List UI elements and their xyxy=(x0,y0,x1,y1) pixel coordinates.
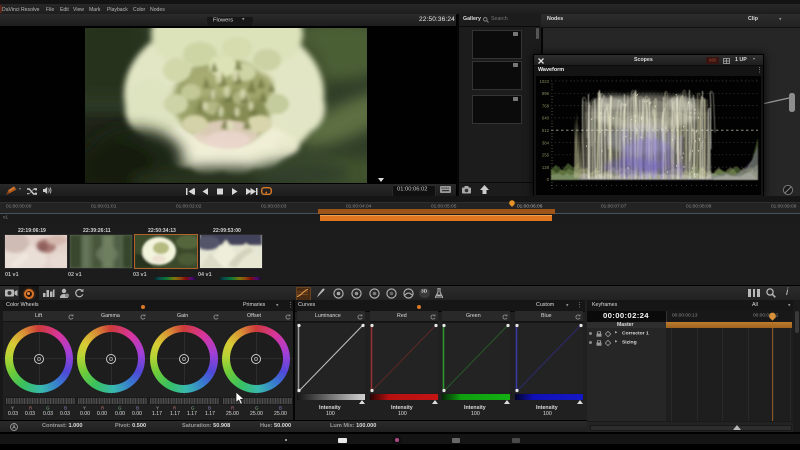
svg-text:768: 768 xyxy=(542,103,550,108)
svg-text:512: 512 xyxy=(542,128,550,133)
svg-text:1023: 1023 xyxy=(539,79,549,84)
svg-text:640: 640 xyxy=(542,116,550,121)
svg-text:128: 128 xyxy=(542,165,550,170)
svg-text:896: 896 xyxy=(542,91,550,96)
svg-text:256: 256 xyxy=(542,153,550,158)
svg-text:384: 384 xyxy=(542,140,550,145)
